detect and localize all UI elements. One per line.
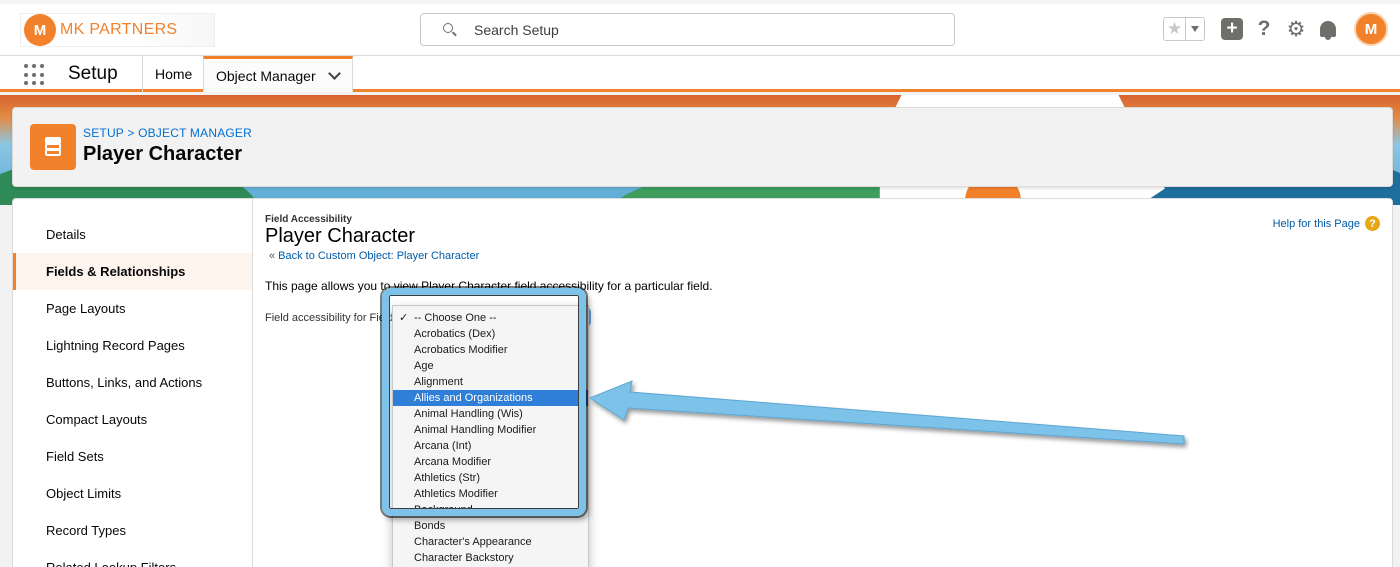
gear-icon[interactable]: ⚙ — [1285, 18, 1307, 41]
back-link[interactable]: «Back to Custom Object: Player Character — [269, 250, 479, 262]
sidebar-item-field-sets[interactable]: Field Sets — [13, 438, 252, 475]
org-logo[interactable]: M MK PARTNERS — [20, 13, 215, 47]
question-icon[interactable]: ? — [1253, 17, 1275, 40]
tab-object-manager-label: Object Manager — [216, 67, 316, 84]
content-title: Player Character — [265, 225, 416, 247]
avatar[interactable]: M — [1354, 12, 1388, 46]
app-name: Setup — [68, 63, 118, 84]
sidebar-item-compact-layouts[interactable]: Compact Layouts — [13, 401, 252, 438]
help-link[interactable]: Help for this Page ? — [1273, 216, 1380, 231]
sidebar-item-page-layouts[interactable]: Page Layouts — [13, 290, 252, 327]
section-label: Field Accessibility — [265, 214, 352, 225]
dropdown-option[interactable]: Character's Appearance — [393, 534, 588, 550]
layers-icon — [30, 124, 76, 170]
sidebar-item-details[interactable]: Details — [13, 216, 252, 253]
breadcrumb[interactable]: SETUP > OBJECT MANAGER — [83, 126, 252, 140]
global-header: M MK PARTNERS ★ + ? ⚙ M — [0, 0, 1400, 56]
search-input[interactable] — [474, 21, 914, 38]
search-icon — [443, 22, 457, 37]
chevron-down-icon[interactable] — [1186, 18, 1204, 40]
logo-mark-icon: M — [24, 14, 56, 46]
sidebar-item-record-types[interactable]: Record Types — [13, 512, 252, 549]
back-link-label: Back to Custom Object: Player Character — [278, 250, 480, 262]
sidebar-item-lightning-record-pages[interactable]: Lightning Record Pages — [13, 327, 252, 364]
dropdown-option[interactable]: Bonds — [393, 518, 588, 534]
app-launcher-icon[interactable] — [24, 64, 46, 86]
sidebar-item-object-limits[interactable]: Object Limits — [13, 475, 252, 512]
plus-icon[interactable]: + — [1221, 18, 1243, 40]
header-icons: ★ + ? ⚙ M — [1163, 12, 1388, 46]
dropdown-option[interactable]: Character Backstory — [393, 550, 588, 566]
annotation-arrow-icon — [588, 380, 1185, 445]
page-title: Player Character — [83, 143, 242, 165]
bell-icon-button[interactable] — [1317, 18, 1339, 40]
sidebar-item-related-lookup-filters[interactable]: Related Lookup Filters — [13, 549, 252, 567]
chevron-down-icon[interactable] — [327, 66, 341, 80]
bell-icon — [1320, 21, 1336, 40]
sidebar: Details Fields & Relationships Page Layo… — [13, 199, 253, 567]
help-link-label: Help for this Page — [1272, 217, 1360, 230]
highlight-box — [382, 288, 586, 516]
tab-object-manager[interactable]: Object Manager — [203, 56, 353, 92]
star-icon[interactable]: ★ — [1164, 18, 1186, 40]
help-question-icon: ? — [1365, 216, 1380, 231]
page-header: SETUP > OBJECT MANAGER Player Character — [12, 107, 1393, 187]
sidebar-item-buttons-links-actions[interactable]: Buttons, Links, and Actions — [13, 364, 252, 401]
search-box[interactable] — [420, 13, 955, 46]
field-select-label: Field accessibility for Field: — [265, 312, 397, 324]
org-name: MK PARTNERS — [60, 21, 178, 38]
back-arrow-icon: « — [269, 250, 276, 262]
context-bar: Setup Home Object Manager — [0, 56, 1400, 92]
favorites-group: ★ — [1163, 17, 1205, 41]
tab-home[interactable]: Home — [142, 56, 204, 92]
sidebar-item-fields-relationships[interactable]: Fields & Relationships — [13, 253, 252, 290]
